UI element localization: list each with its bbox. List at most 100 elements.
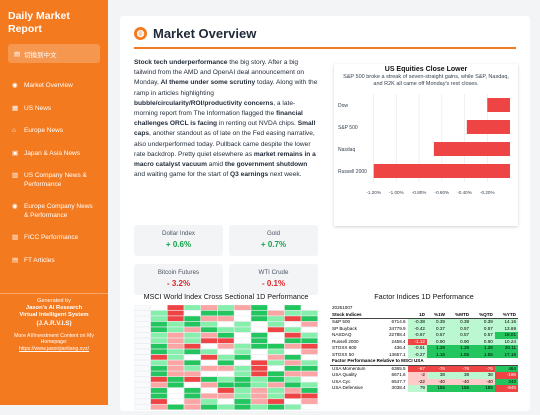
- factor-indices-section: Factor Indices 1D Performance 20251007 St…: [330, 292, 518, 392]
- heatmap-cell: [284, 343, 302, 349]
- newspaper-icon: ▦: [12, 104, 19, 112]
- sidebar-item-us-company-news[interactable]: ▥ US Company News & Performance: [8, 165, 100, 196]
- table-row: S&P 500 6714.6 -0.38 0.39 0.39 0.39 14.16: [332, 318, 518, 326]
- heatmap-cell: [133, 371, 151, 377]
- card-dollar-index: Dollar Index + 0.6%: [134, 225, 223, 256]
- heatmap-cell: [150, 315, 168, 322]
- heatmap-cell: [250, 354, 268, 361]
- x-tick-label: -0.60%: [435, 190, 450, 195]
- heatmap-cell: [150, 332, 168, 338]
- heatmap-cell: [217, 360, 235, 366]
- heatmap-cell: [150, 326, 168, 333]
- heatmap-cell: [301, 349, 318, 355]
- heatmap-cell: [150, 371, 168, 377]
- translate-icon: ▤: [14, 50, 21, 58]
- heatmap-cell: [217, 338, 235, 344]
- heatmap-cell: [234, 343, 251, 349]
- sidebar-item-market-overview[interactable]: ◉ Market Overview: [8, 75, 100, 98]
- heatmap-cell: [133, 365, 151, 372]
- heatmap-cell: [284, 332, 302, 338]
- heatmap-cell: [167, 321, 184, 327]
- heatmap-cell: [267, 315, 285, 322]
- globe-icon: ◉: [12, 203, 18, 210]
- heatmap-cell: [301, 393, 318, 399]
- homepage-link[interactable]: https://www.jasonjianliang.xyz/: [0, 346, 108, 353]
- sidebar-item-europe-company-news[interactable]: ◉ Europe Company News & Performance: [8, 196, 100, 227]
- heatmap-cell: [217, 393, 235, 399]
- title-divider: [134, 47, 516, 49]
- chart-title: US Equities Close Lower: [384, 66, 468, 73]
- heatmap-cell: [217, 398, 235, 405]
- language-toggle-button[interactable]: ▤ 切換到中文: [8, 44, 100, 63]
- heatmap-cell: [250, 382, 268, 388]
- heatmap-cell: [284, 371, 302, 377]
- heatmap-cell: [150, 393, 168, 399]
- heatmap-cell: [150, 354, 168, 361]
- market-summary-text: Stock tech underperformance the big stor…: [134, 58, 318, 180]
- heatmap-cell: [301, 338, 318, 344]
- heatmap-cell: [234, 365, 251, 372]
- building-icon: ▥: [12, 172, 19, 179]
- sidebar-item-europe-news[interactable]: ⌂ Europe News: [8, 120, 100, 143]
- summary-segment: in renting out NVDA chips.: [217, 120, 298, 128]
- date-row: 20251007: [332, 305, 353, 311]
- heatmap-cell: [184, 310, 201, 316]
- us-equities-bar-chart: -1.20% -1.00% -0.80% -0.60% -0.40% -0.20% Dow S…: [338, 94, 510, 195]
- heatmap-cell: [184, 326, 201, 333]
- heatmap-cell: [150, 321, 168, 327]
- heatmap-cell: [284, 393, 302, 399]
- heatmap-cell: [217, 387, 235, 394]
- heatmap-cell: [234, 321, 251, 327]
- sidebar-item-japan-asia-news[interactable]: ▣ Japan & Asia News: [8, 143, 100, 166]
- heatmap-cell: [150, 398, 168, 405]
- bar-s-p-500: [466, 120, 510, 134]
- heatmap-cell: [133, 332, 151, 338]
- sidebar-item-ft-articles[interactable]: ▤ FT Articles: [8, 250, 100, 273]
- heatmap-cell: [184, 321, 201, 327]
- heatmap-cell: [200, 365, 218, 372]
- heatmap-cell: [250, 349, 268, 355]
- summary-segment: Q3 earnings: [230, 171, 269, 179]
- heatmap-cell: [184, 387, 201, 394]
- heatmap-cell: [167, 326, 184, 333]
- heatmap-cell: [150, 349, 168, 355]
- main-panel: ◍ Market Overview Stock tech underperfor…: [120, 16, 530, 411]
- table-row: Russell 2000 2458.4 -1.12 0.90 0.90 0.90 10.24: [332, 338, 518, 346]
- sidebar-item-ficc-performance[interactable]: ▨ FICC Performance: [8, 227, 100, 250]
- page-title: ◍ Market Overview: [134, 26, 516, 41]
- heatmap-cell: [250, 310, 268, 316]
- heatmap-cell: [167, 343, 184, 349]
- bar-dow: [487, 98, 510, 112]
- heatmap-cell: [250, 371, 268, 377]
- globe-icon: ◍: [134, 27, 147, 40]
- heatmap-cell: [167, 393, 184, 399]
- category-label: Russell 2000: [338, 169, 367, 175]
- heatmap-cell: [150, 360, 168, 366]
- heatmap-cell: [284, 398, 302, 405]
- heatmap-cell: [267, 338, 285, 344]
- chart-icon: ▨: [12, 234, 19, 241]
- heatmap-cell: [267, 360, 285, 366]
- heatmap-cell: [167, 338, 184, 344]
- heatmap-cell: [284, 354, 302, 361]
- heatmap-cell: [284, 360, 302, 366]
- heatmap-cell: [284, 382, 302, 388]
- sidebar: Daily Market Report ▤ 切換到中文 ◉ Market Over…: [0, 0, 108, 405]
- heatmap-cell: [133, 343, 151, 349]
- heatmap-cell: [284, 304, 302, 311]
- heatmap-cell: [301, 310, 318, 316]
- heatmap-cell: [250, 332, 268, 338]
- heatmap-cell: [133, 387, 151, 394]
- heatmap-cell: [167, 371, 184, 377]
- heatmap-cell: [234, 315, 251, 322]
- heatmap-cell: [150, 376, 168, 383]
- heatmap-cell: [167, 332, 184, 338]
- heatmap-cell: [150, 382, 168, 388]
- sidebar-item-us-news[interactable]: ▦ US News: [8, 98, 100, 121]
- heatmap-cell: [184, 304, 201, 311]
- heatmap-cell: [250, 343, 268, 349]
- heatmap-cell: [200, 360, 218, 366]
- heatmap-cell: [234, 354, 251, 361]
- heatmap-cell: [150, 365, 168, 372]
- heatmap-cell: [217, 343, 235, 349]
